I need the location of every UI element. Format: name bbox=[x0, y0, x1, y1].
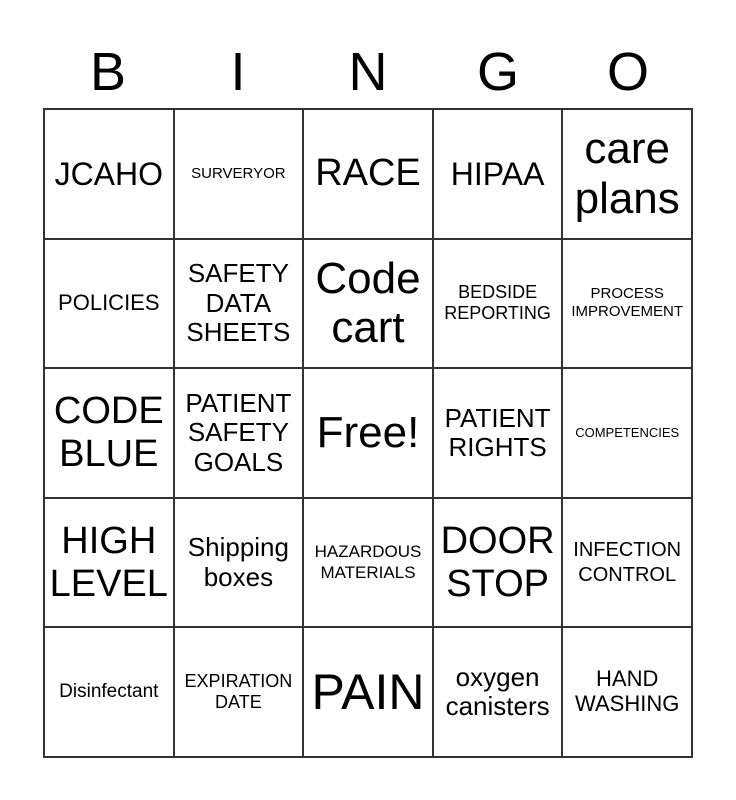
free-space[interactable]: Free! bbox=[303, 368, 433, 498]
bingo-cell[interactable]: care plans bbox=[562, 109, 692, 239]
header-letter-i: I bbox=[230, 42, 246, 102]
bingo-cell[interactable]: INFECTION CONTROL bbox=[562, 497, 692, 628]
bingo-card: JCAHO SURVERYOR RACE HIPAA care plans PO… bbox=[43, 108, 693, 758]
bingo-header: B I N G O bbox=[43, 40, 693, 104]
bingo-cell[interactable]: RACE bbox=[303, 109, 433, 239]
bingo-cell[interactable]: HIGH LEVEL bbox=[44, 497, 174, 628]
bingo-cell[interactable]: DOOR STOP bbox=[432, 497, 563, 628]
header-letter-n: N bbox=[348, 42, 388, 102]
header-letter-g: G bbox=[476, 42, 519, 102]
bingo-cell[interactable]: Shipping boxes bbox=[173, 497, 304, 628]
bingo-cell[interactable]: PATIENT RIGHTS bbox=[432, 368, 563, 498]
bingo-cell[interactable]: EXPIRATION DATE bbox=[173, 627, 304, 757]
bingo-cell[interactable]: PROCESS IMPROVEMENT bbox=[562, 238, 692, 369]
bingo-cell[interactable]: PAIN bbox=[303, 627, 433, 757]
bingo-cell[interactable]: BEDSIDE REPORTING bbox=[432, 238, 563, 369]
header-letter-o: O bbox=[606, 42, 649, 102]
header-letter-b: B bbox=[89, 42, 127, 102]
bingo-cell[interactable]: SAFETY DATA SHEETS bbox=[173, 238, 304, 369]
bingo-cell[interactable]: oxygen canisters bbox=[432, 627, 563, 757]
bingo-cell[interactable]: PATIENT SAFETY GOALS bbox=[173, 368, 304, 498]
bingo-cell[interactable]: HIPAA bbox=[432, 109, 563, 239]
bingo-cell[interactable]: Code cart bbox=[303, 238, 433, 369]
bingo-cell[interactable]: JCAHO bbox=[44, 109, 174, 239]
bingo-cell[interactable]: SURVERYOR bbox=[173, 109, 304, 239]
bingo-cell[interactable]: Disinfectant bbox=[44, 627, 174, 757]
bingo-cell[interactable]: POLICIES bbox=[44, 238, 174, 369]
bingo-cell[interactable]: CODE BLUE bbox=[44, 368, 174, 498]
bingo-cell[interactable]: HAND WASHING bbox=[562, 627, 692, 757]
bingo-cell[interactable]: HAZARDOUS MATERIALS bbox=[303, 497, 433, 628]
bingo-cell[interactable]: COMPETENCIES bbox=[562, 368, 692, 498]
